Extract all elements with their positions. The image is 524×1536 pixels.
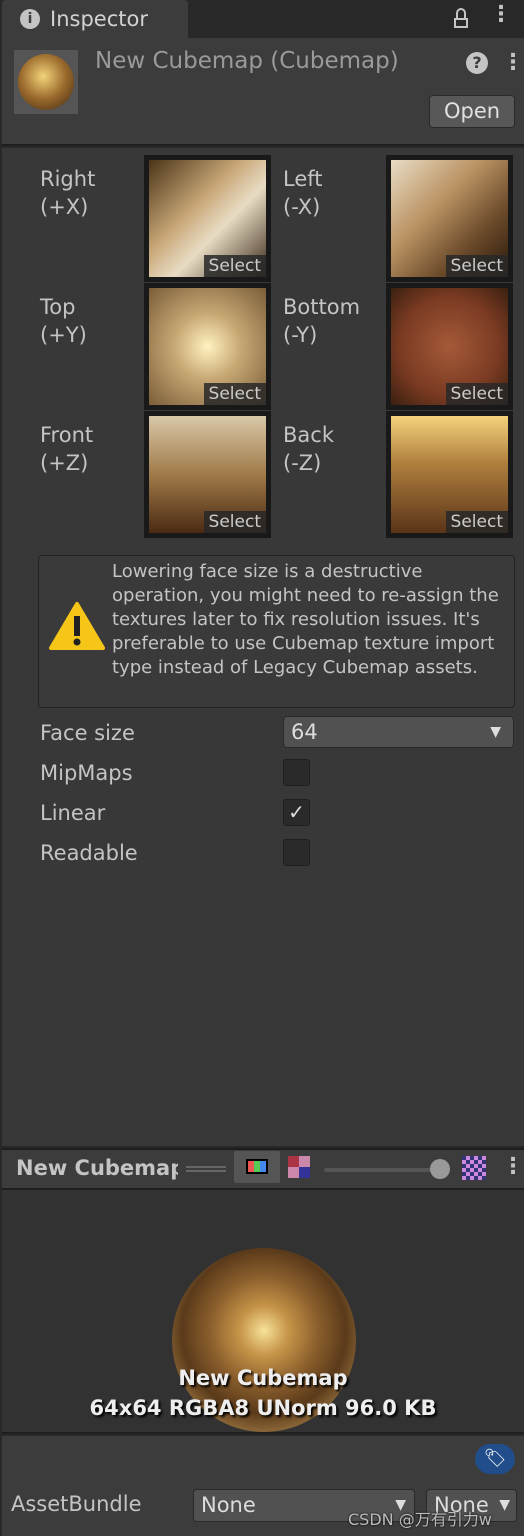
select-button[interactable]: Select [203, 511, 266, 533]
face-texture-image: Select [149, 160, 266, 277]
face-label: Left (-X) [283, 165, 323, 221]
mip-large-icon [462, 1156, 486, 1180]
slider-handle[interactable] [430, 1159, 450, 1179]
face-axis: (-X) [283, 195, 321, 219]
select-button[interactable]: Select [445, 383, 508, 405]
select-button[interactable]: Select [445, 511, 508, 533]
check-icon: ✓ [288, 800, 305, 824]
preview-area: New Cubemap 64x64 RGBA8 UNorm 96.0 KB [2, 1190, 524, 1434]
label-tag-icon[interactable]: 🏷 [475, 1444, 515, 1474]
preview-menu-icon[interactable]: ⋮ [502, 1154, 524, 1179]
warning-box: Lowering face size is a destructive oper… [38, 555, 515, 708]
info-icon: i [20, 9, 40, 29]
face-texture-slot[interactable]: Select [144, 283, 271, 410]
face-texture-image: Select [149, 288, 266, 405]
face-texture-image: Select [149, 416, 266, 533]
asset-title: New Cubemap (Cubemap) [95, 48, 399, 74]
inspector-header: New Cubemap (Cubemap) ? ⋮ Open [2, 38, 524, 146]
face-texture-slot[interactable]: Select [144, 411, 271, 538]
face-texture-image: Select [391, 160, 508, 277]
tab-title: Inspector [50, 7, 148, 31]
warning-text: Lowering face size is a destructive oper… [112, 561, 499, 678]
help-icon[interactable]: ? [466, 52, 488, 74]
mipmaps-label: MipMaps [40, 761, 133, 785]
watermark: CSDN @万有引力w [348, 1510, 492, 1529]
face-size-dropdown[interactable]: 64 ▼ [283, 716, 514, 748]
face-axis: (-Z) [283, 451, 322, 475]
face-texture-slot[interactable]: Select [386, 155, 513, 282]
face-texture-slot[interactable]: Select [386, 283, 513, 410]
asset-icon [14, 50, 78, 114]
linear-label: Linear [40, 801, 106, 825]
face-label: Back (-Z) [283, 421, 334, 477]
face-texture-slot[interactable]: Select [144, 155, 271, 282]
face-axis: (+X) [40, 195, 89, 219]
readable-checkbox[interactable] [283, 839, 310, 866]
assetbundle-value: None [201, 1493, 256, 1517]
face-name: Back [283, 423, 334, 447]
warning-icon [49, 602, 105, 650]
select-button[interactable]: Select [203, 383, 266, 405]
face-name: Left [283, 167, 323, 191]
linear-checkbox[interactable]: ✓ [283, 799, 310, 826]
face-label: Front (+Z) [40, 421, 93, 477]
select-button[interactable]: Select [445, 255, 508, 277]
readable-label: Readable [40, 841, 138, 865]
face-axis: (-Y) [283, 323, 318, 347]
chevron-down-icon: ▼ [499, 1490, 510, 1520]
mipmaps-checkbox[interactable] [283, 759, 310, 786]
face-label: Right (+X) [40, 165, 95, 221]
lock-icon[interactable] [452, 6, 470, 30]
face-size-label: Face size [40, 721, 135, 745]
face-label: Bottom (-Y) [283, 293, 360, 349]
drag-handle[interactable] [186, 1166, 226, 1172]
face-texture-slot[interactable]: Select [386, 411, 513, 538]
face-axis: (+Y) [40, 323, 87, 347]
rgb-icon [246, 1159, 268, 1174]
face-axis: (+Z) [40, 451, 89, 475]
preview-name: New Cubemap [178, 1366, 348, 1390]
face-label: Top (+Y) [40, 293, 87, 349]
mip-small-icon [288, 1156, 310, 1178]
assetbundle-label: AssetBundle [11, 1492, 142, 1516]
face-name: Right [40, 167, 96, 191]
face-size-value: 64 [291, 720, 318, 744]
face-name: Top [40, 295, 76, 319]
face-texture-image: Select [391, 416, 508, 533]
tab-menu-icon[interactable]: ⋮ [490, 2, 512, 27]
inspector-tab[interactable]: i Inspector [2, 0, 188, 38]
face-texture-image: Select [391, 288, 508, 405]
select-button[interactable]: Select [203, 255, 266, 277]
mip-slider[interactable] [324, 1168, 436, 1172]
face-name: Front [40, 423, 94, 447]
preview-header: New Cubemap ⋮ [2, 1148, 524, 1190]
preview-info: 64x64 RGBA8 UNorm 96.0 KB [89, 1396, 437, 1420]
face-name: Bottom [283, 295, 361, 319]
chevron-down-icon: ▼ [490, 724, 501, 740]
asset-labels-panel: 🏷 AssetBundle None ▼ None ▼ CSDN @万有引力w [2, 1436, 524, 1536]
open-button[interactable]: Open [429, 95, 515, 128]
rgb-channel-toggle[interactable] [234, 1151, 280, 1183]
header-menu-icon[interactable]: ⋮ [502, 50, 524, 75]
preview-title: New Cubemap [16, 1156, 178, 1180]
